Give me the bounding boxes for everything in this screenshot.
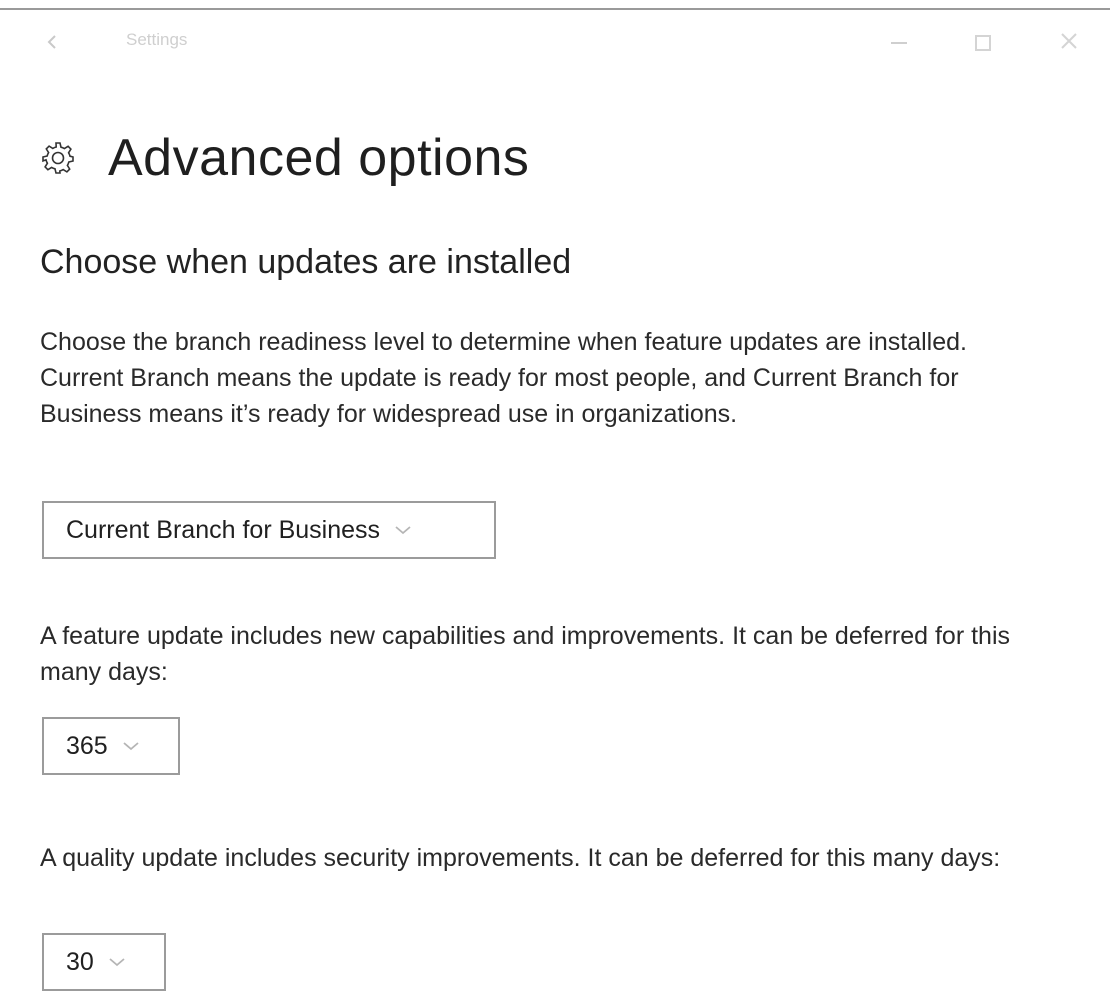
quality-update-deferral-value: 30: [66, 947, 94, 976]
quality-update-deferral-dropdown[interactable]: 30: [42, 933, 166, 991]
chevron-down-icon: [394, 525, 412, 535]
close-icon: [1060, 32, 1078, 55]
section-heading: Choose when updates are installed: [40, 243, 572, 281]
quality-update-description: A quality update includes security impro…: [40, 844, 1001, 872]
window-title: Settings: [126, 30, 188, 49]
minimize-button[interactable]: [882, 26, 916, 60]
minimize-icon: [891, 42, 907, 44]
feature-update-description: A feature update includes new capabiliti…: [40, 622, 1011, 686]
title-bar: Settings: [0, 10, 1110, 72]
branch-readiness-dropdown[interactable]: Current Branch for Business: [42, 501, 496, 559]
page-header: Advanced options: [38, 128, 529, 188]
maximize-button[interactable]: [966, 26, 1000, 60]
back-arrow-icon: [45, 34, 59, 55]
branch-description: Choose the branch readiness level to det…: [40, 328, 967, 428]
back-button[interactable]: [40, 32, 64, 56]
feature-update-deferral-value: 365: [66, 731, 108, 760]
branch-readiness-value: Current Branch for Business: [66, 515, 381, 544]
chevron-down-icon: [122, 741, 140, 751]
chevron-down-icon: [108, 957, 126, 967]
gear-icon: [38, 138, 78, 178]
close-button[interactable]: [1052, 26, 1086, 60]
page-title: Advanced options: [108, 129, 530, 187]
feature-update-deferral-dropdown[interactable]: 365: [42, 717, 180, 775]
maximize-icon: [975, 35, 991, 51]
